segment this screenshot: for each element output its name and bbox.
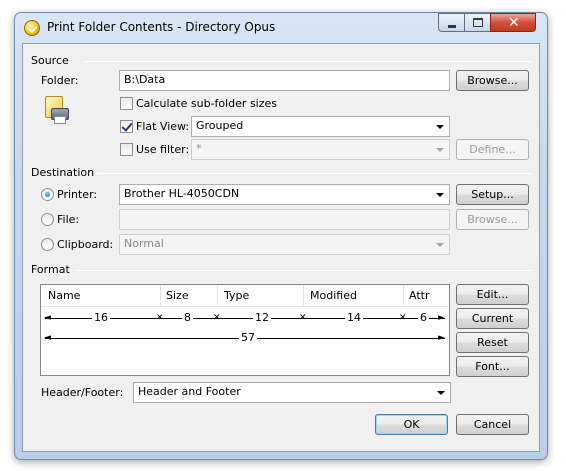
column-header-attr[interactable]: Attr [409,289,429,302]
window-title: Print Folder Contents - Directory Opus [47,20,276,34]
chevron-down-icon [436,193,444,197]
calc-subfolder-label: Calculate sub-folder sizes [136,97,278,110]
edit-column-button[interactable]: Edit... [456,284,529,305]
use-filter-label: Use filter: [136,143,190,156]
filter-dropdown[interactable]: * [191,139,450,160]
format-columns-list[interactable]: Name Size Type Modified Attr ◄ 16 ✕ 8 ✕ … [40,284,450,376]
total-width-label: 57 [239,331,257,344]
printer-label: Printer: [57,188,98,201]
ruler-arrow-right-icon: ► [438,333,445,343]
printer-dropdown[interactable]: Brother HL-4050CDN [119,184,450,205]
directory-opus-app-icon [24,20,40,36]
total-width-ruler: ◄ 57 ► [44,331,445,344]
column-width-ruler: ◄ 16 ✕ 8 ✕ 12 ✕ 14 ✕ 6 ► [44,311,445,324]
current-format-button[interactable]: Current [456,308,529,329]
flat-view-dropdown[interactable]: Grouped [191,116,450,137]
header-footer-label: Header/Footer: [41,386,124,399]
clipboard-label: Clipboard: [57,238,114,251]
destination-section-label: Destination [31,166,95,179]
chevron-down-icon [436,125,444,129]
close-icon: ✕ [508,15,520,31]
chevron-down-icon [436,148,444,152]
file-path-input[interactable] [119,209,450,230]
maximize-button[interactable] [464,13,491,32]
ruler-arrow-right-icon: ► [438,313,445,323]
ok-button[interactable]: OK [375,414,448,435]
printer-value: Brother HL-4050CDN [124,187,240,200]
minimize-button[interactable] [438,13,465,32]
format-divider [75,270,533,271]
flat-view-label: Flat View: [136,120,190,133]
header-footer-value: Header and Footer [138,385,241,398]
clipboard-dropdown[interactable]: Normal [119,234,450,255]
file-browse-button[interactable]: Browse... [456,209,529,230]
column-header-modified[interactable]: Modified [310,289,357,302]
minimize-icon [448,25,456,28]
column-divider[interactable] [160,285,161,307]
chevron-down-icon [437,391,445,395]
ruler-arrow-left-icon: ◄ [44,313,51,323]
ruler-cross-icon: ✕ [299,313,307,323]
title-bar[interactable]: Print Folder Contents - Directory Opus ✕ [15,13,547,41]
cancel-button[interactable]: Cancel [456,414,529,435]
column-header-row: Name Size Type Modified Attr [41,285,449,307]
printer-radio[interactable] [41,188,54,201]
ruler-cross-icon: ✕ [156,313,164,323]
define-filter-button[interactable]: Define... [456,139,529,160]
column-header-size[interactable]: Size [166,289,189,302]
file-label: File: [57,213,80,226]
flat-view-checkbox[interactable] [120,120,133,133]
close-button[interactable]: ✕ [490,13,536,32]
column-header-name[interactable]: Name [48,289,80,302]
filter-value: * [196,142,202,155]
modified-width-label: 14 [345,311,363,324]
dialog-client-area: Source Folder: B:\Data Browse... Calcula… [22,43,540,452]
column-divider[interactable] [403,285,404,307]
column-divider[interactable] [303,285,304,307]
column-divider[interactable] [217,285,218,307]
source-section-label: Source [31,54,69,67]
destination-divider [97,173,533,174]
name-width-label: 16 [92,311,110,324]
folder-browse-button[interactable]: Browse... [456,70,529,91]
chevron-down-icon [436,243,444,247]
flat-view-value: Grouped [196,119,244,132]
print-folder-icon [43,96,71,126]
folder-input[interactable]: B:\Data [119,70,450,91]
column-header-type[interactable]: Type [224,289,249,302]
attr-width-label: 6 [418,311,429,324]
use-filter-checkbox[interactable] [120,143,133,156]
calc-subfolder-checkbox[interactable] [120,97,133,110]
maximize-icon [473,18,483,27]
reset-format-button[interactable]: Reset [456,332,529,353]
source-divider [83,61,533,62]
printer-setup-button[interactable]: Setup... [456,184,529,205]
folder-label: Folder: [41,74,79,87]
dialog-window: Print Folder Contents - Directory Opus ✕… [14,12,548,460]
clipboard-value: Normal [124,237,164,250]
type-width-label: 12 [253,311,271,324]
ruler-arrow-left-icon: ◄ [44,333,51,343]
clipboard-radio[interactable] [41,238,54,251]
file-radio[interactable] [41,213,54,226]
font-button[interactable]: Font... [456,356,529,377]
size-width-label: 8 [182,311,193,324]
ruler-cross-icon: ✕ [213,313,221,323]
format-section-label: Format [31,263,70,276]
header-footer-dropdown[interactable]: Header and Footer [133,382,451,403]
ruler-cross-icon: ✕ [399,313,407,323]
